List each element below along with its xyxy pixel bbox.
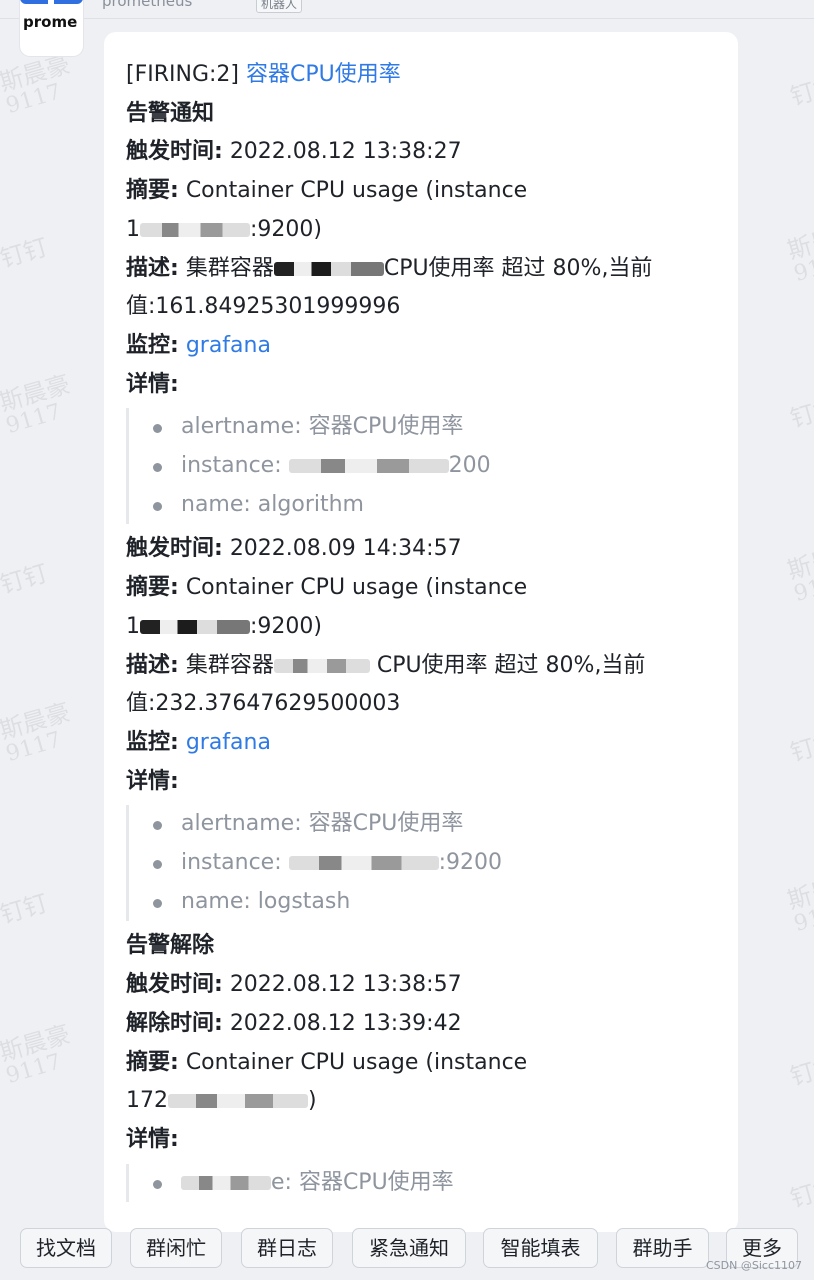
message-title: [FIRING:2] 容器CPU使用率 <box>126 56 720 95</box>
quick-action-toolbar: 找文档 群闲忙 群日志 紧急通知 智能填表 群助手 更多 <box>0 1226 814 1280</box>
watermark: 斯晨豪 9117 <box>0 698 74 768</box>
field-label: 监控: <box>126 729 179 755</box>
details-label: 详情: <box>126 1126 179 1152</box>
details-list: alertname: 容器CPU使用率 instance: :9200 name… <box>126 805 720 922</box>
watermark: 钉钉 <box>787 70 814 112</box>
value-text: 值:232.37647629500003 <box>126 691 401 717</box>
robot-tag: 机器人 <box>256 0 303 13</box>
watermark: 斯晨豪 9117 <box>784 218 814 288</box>
group-assistant-button[interactable]: 群助手 <box>616 1228 709 1268</box>
watermark: 钉钉 <box>787 726 814 768</box>
watermark: 钉钉 <box>787 392 814 434</box>
redacted-mark <box>181 1175 271 1190</box>
redacted-mark <box>273 261 384 276</box>
urgent-notice-button[interactable]: 紧急通知 <box>352 1228 466 1268</box>
alert-entry: 触发时间: 2022.08.09 14:34:57 摘要: Container … <box>126 530 720 922</box>
summary-cont: 1 <box>126 613 140 639</box>
section-heading: 告警解除 <box>126 933 215 959</box>
list-item: alertname: 容器CPU使用率 <box>151 805 720 844</box>
field-label: 触发时间: <box>126 972 223 998</box>
desc-text: 集群容器 <box>185 255 274 281</box>
title-link[interactable]: 容器CPU使用率 <box>246 62 401 87</box>
desc-text: CPU使用率 超过 80%,当前 <box>376 652 646 678</box>
list-item: instance: :9200 <box>151 844 720 883</box>
alert-entry: 触发时间: 2022.08.12 13:38:27 摘要: Container … <box>126 133 720 525</box>
grafana-link[interactable]: grafana <box>186 730 271 755</box>
field-label: 描述: <box>126 255 179 281</box>
redacted-mark <box>140 619 250 634</box>
credit-watermark: CSDN @Sicc1107 <box>706 1259 802 1272</box>
summary-text: Container CPU usage (instance <box>185 1049 528 1075</box>
summary-text: Container CPU usage (instance <box>185 575 528 601</box>
field-label: 摘要: <box>126 1049 179 1075</box>
summary-cont: ) <box>308 1088 317 1114</box>
redacted-mark <box>140 222 250 237</box>
watermark: 钉钉 <box>787 1050 814 1092</box>
list-item: alertname: 容器CPU使用率 <box>151 408 720 447</box>
redacted-mark <box>273 658 370 673</box>
redacted-mark <box>168 1094 308 1109</box>
avatar[interactable]: prome <box>20 0 83 56</box>
summary-cont: :9200) <box>250 216 322 242</box>
summary-cont: 1 <box>126 216 140 242</box>
logo-stripe <box>20 0 83 4</box>
smart-form-button[interactable]: 智能填表 <box>483 1228 598 1268</box>
field-label: 描述: <box>126 652 179 678</box>
desc-text: 集群容器 <box>185 652 274 678</box>
message-content: [FIRING:2] 容器CPU使用率 告警通知 触发时间: 2022.08.1… <box>126 56 720 1208</box>
trigger-time: 2022.08.12 13:38:57 <box>229 972 462 998</box>
details-label: 详情: <box>126 371 179 397</box>
watermark: 斯晨豪 9117 <box>0 50 74 120</box>
details-label: 详情: <box>126 768 179 794</box>
firing-status: [FIRING:2] <box>126 62 239 87</box>
watermark: 斯晨豪 9117 <box>784 538 814 608</box>
redacted-mark <box>288 856 439 871</box>
field-label: 摘要: <box>126 178 179 204</box>
watermark: 斯晨豪 9117 <box>0 370 74 440</box>
list-item: name: logstash <box>151 883 720 922</box>
summary-cont: :9200) <box>250 613 322 639</box>
section-heading: 告警通知 <box>126 100 215 126</box>
list-item: e: 容器CPU使用率 <box>151 1164 720 1203</box>
field-label: 摘要: <box>126 575 179 601</box>
trigger-time: 2022.08.09 14:34:57 <box>229 536 462 562</box>
list-item: instance: 200 <box>151 447 720 486</box>
redacted-mark <box>288 459 449 474</box>
message-card[interactable]: [FIRING:2] 容器CPU使用率 告警通知 触发时间: 2022.08.1… <box>104 32 738 1232</box>
watermark: 斯晨豪 9117 <box>0 1020 74 1090</box>
group-busy-button[interactable]: 群闲忙 <box>130 1228 222 1268</box>
watermark: 钉钉 <box>0 888 51 930</box>
watermark: 钉钉 <box>787 1172 814 1214</box>
summary-cont: 172 <box>126 1088 168 1114</box>
field-label: 触发时间: <box>126 536 223 562</box>
watermark: 斯晨豪 9117 <box>784 868 814 938</box>
sender-name[interactable]: prometheus <box>102 0 192 10</box>
group-log-button[interactable]: 群日志 <box>241 1228 333 1268</box>
resolved-entry: 触发时间: 2022.08.12 13:38:57 解除时间: 2022.08.… <box>126 966 720 1203</box>
details-list: e: 容器CPU使用率 <box>126 1163 720 1203</box>
trigger-time: 2022.08.12 13:38:27 <box>229 139 462 165</box>
chat-window: 斯晨豪 9117 钉钉 钉钉 斯晨豪 9117 斯晨豪 9117 钉钉 钉钉 斯晨豪 9… <box>0 0 814 1280</box>
field-label: 触发时间: <box>126 139 223 165</box>
find-docs-button[interactable]: 找文档 <box>20 1228 112 1268</box>
desc-text: CPU使用率 超过 80%,当前 <box>383 255 653 281</box>
summary-text: Container CPU usage (instance <box>185 178 528 204</box>
details-list: alertname: 容器CPU使用率 instance: 200 name: … <box>126 408 720 525</box>
list-item: name: algorithm <box>151 486 720 525</box>
field-label: 解除时间: <box>126 1010 223 1036</box>
field-label: 监控: <box>126 332 179 358</box>
avatar-label: prome <box>23 13 78 31</box>
watermark: 钉钉 <box>0 558 51 600</box>
grafana-link[interactable]: grafana <box>186 333 271 358</box>
value-text: 值:161.84925301999996 <box>126 294 401 320</box>
resolve-time: 2022.08.12 13:39:42 <box>229 1010 462 1036</box>
watermark: 钉钉 <box>0 232 51 274</box>
